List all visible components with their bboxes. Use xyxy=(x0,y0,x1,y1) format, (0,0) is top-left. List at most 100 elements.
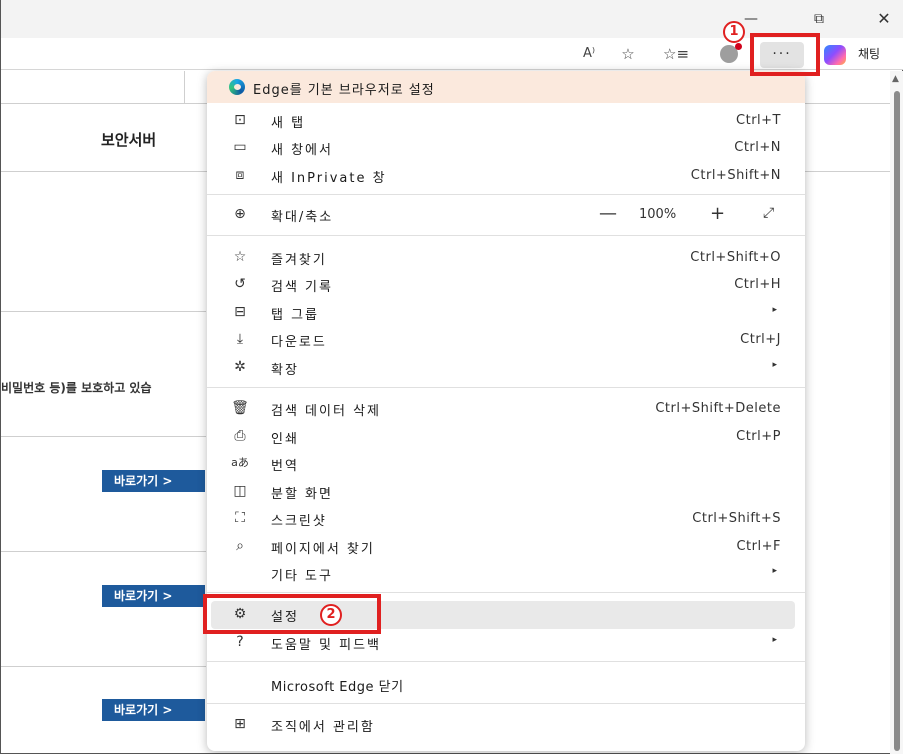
go-button[interactable]: 바로가기 > xyxy=(102,470,205,492)
divider xyxy=(1,436,206,437)
notification-dot xyxy=(735,43,742,50)
menu-item-shortcut: Ctrl+J xyxy=(740,332,781,347)
menu-item-label: 기타 도구 xyxy=(271,569,333,584)
edge-logo-icon xyxy=(229,79,245,95)
submenu-arrow-icon: ▸ xyxy=(772,566,777,576)
menu-item-favorites[interactable]: ☆ 즐겨찾기 Ctrl+Shift+O xyxy=(207,244,805,272)
menu-item-print[interactable]: ⎙ 인쇄 Ctrl+P xyxy=(207,423,805,451)
inprivate-icon: ⧈ xyxy=(235,167,245,183)
go-button[interactable]: 바로가기 > xyxy=(102,585,205,607)
menu-separator xyxy=(207,194,805,195)
menu-item-new-window[interactable]: ▭ 새 창에서 Ctrl+N xyxy=(207,134,805,162)
menu-separator xyxy=(207,592,805,593)
menu-item-shortcut: Ctrl+N xyxy=(734,140,781,155)
menu-item-new-tab[interactable]: ⊡ 새 탭 Ctrl+T xyxy=(207,107,805,135)
menu-item-label: 새 InPrivate 창 xyxy=(271,171,387,186)
restore-button[interactable]: ⧉ xyxy=(804,8,834,30)
menu-item-shortcut: Ctrl+Shift+S xyxy=(692,511,781,526)
menu-item-label: Microsoft Edge 닫기 xyxy=(271,680,404,695)
settings-and-more-menu: Edge를 기본 브라우저로 설정 ⊡ 새 탭 Ctrl+T ▭ 새 창에서 C… xyxy=(207,71,805,751)
divider xyxy=(1,311,206,312)
new-tab-icon: ⊡ xyxy=(234,112,246,128)
submenu-arrow-icon: ▸ xyxy=(772,305,777,315)
divider xyxy=(1,551,206,552)
menu-separator xyxy=(207,703,805,704)
menu-item-downloads[interactable]: ⤓ 다운로드 Ctrl+J xyxy=(207,326,805,354)
menu-item-label: 확대/축소 xyxy=(271,210,334,225)
menu-item-label: 스크린샷 xyxy=(271,514,327,529)
menu-separator xyxy=(207,661,805,662)
menu-item-history[interactable]: ↺ 검색 기록 Ctrl+H xyxy=(207,271,805,299)
menu-item-extensions[interactable]: ✲ 확장 ▸ xyxy=(207,354,805,382)
menu-item-managed-by-org[interactable]: ⊞ 조직에서 관리함 xyxy=(207,711,805,739)
extensions-icon: ✲ xyxy=(234,359,246,375)
add-favorite-icon[interactable]: ☆ xyxy=(615,43,641,65)
zoom-out-button[interactable]: — xyxy=(599,203,617,224)
menu-item-shortcut: Ctrl+Shift+N xyxy=(690,168,781,183)
set-default-browser-banner[interactable]: Edge를 기본 브라우저로 설정 xyxy=(207,71,805,103)
help-icon: ? xyxy=(236,634,244,650)
menu-item-translate[interactable]: aあ 번역 xyxy=(207,450,805,478)
menu-item-inprivate[interactable]: ⧈ 새 InPrivate 창 Ctrl+Shift+N xyxy=(207,162,805,190)
menu-separator xyxy=(207,235,805,236)
close-window-button[interactable]: ✕ xyxy=(869,8,899,30)
favorites-icon: ☆ xyxy=(233,249,247,265)
scrollbar-thumb[interactable] xyxy=(894,91,900,751)
submenu-arrow-icon: ▸ xyxy=(772,635,777,645)
menu-item-label: 조직에서 관리함 xyxy=(271,720,375,735)
highlight-box-more-button xyxy=(750,33,820,76)
zoom-icon: ⊕ xyxy=(234,206,246,222)
download-icon: ⤓ xyxy=(236,331,244,347)
menu-item-shortcut: Ctrl+F xyxy=(736,539,781,554)
menu-item-screenshot[interactable]: ⛶ 스크린샷 Ctrl+Shift+S xyxy=(207,505,805,533)
menu-item-label: 검색 데이터 삭제 xyxy=(271,404,381,419)
page-text: 비밀번호 등)를 보호하고 있습 xyxy=(1,381,152,395)
read-aloud-icon[interactable]: A⁾ xyxy=(576,43,602,65)
menu-item-split-screen[interactable]: ◫ 분할 화면 xyxy=(207,478,805,506)
zoom-in-button[interactable]: + xyxy=(710,203,725,224)
go-button[interactable]: 바로가기 > xyxy=(102,699,205,721)
menu-item-label: 다운로드 xyxy=(271,335,327,350)
chat-label[interactable]: 채팅 xyxy=(858,45,880,62)
browser-window: — ⧉ ✕ A⁾ ☆ ☆≡ ··· 채팅 보안서버 비밀번호 등)를 보호하고 … xyxy=(0,0,903,754)
page-title: 보안서버 xyxy=(101,131,157,149)
menu-item-label: 분할 화면 xyxy=(271,487,333,502)
menu-item-zoom: ⊕ 확대/축소 — 100% + ⤢ xyxy=(207,201,805,229)
new-window-icon: ▭ xyxy=(233,139,247,155)
menu-item-shortcut: Ctrl+P xyxy=(736,429,781,444)
menu-item-find-on-page[interactable]: ⌕ 페이지에서 찾기 Ctrl+F xyxy=(207,533,805,561)
menu-item-label: 검색 기록 xyxy=(271,280,333,295)
divider xyxy=(184,71,185,103)
find-icon: ⌕ xyxy=(236,538,244,554)
copilot-icon[interactable] xyxy=(824,45,846,65)
step-2-marker: 2 xyxy=(320,604,342,626)
menu-item-label: 탭 그룹 xyxy=(271,308,320,323)
menu-item-label: 번역 xyxy=(271,459,299,474)
favorites-icon[interactable]: ☆≡ xyxy=(663,43,689,65)
profile-button[interactable] xyxy=(717,43,742,65)
banner-label: Edge를 기본 브라우저로 설정 xyxy=(253,83,435,98)
menu-item-shortcut: Ctrl+Shift+Delete xyxy=(655,401,781,416)
avatar xyxy=(720,43,742,63)
delete-data-icon: 🗑 xyxy=(231,400,249,416)
menu-item-shortcut: Ctrl+H xyxy=(734,277,781,292)
submenu-arrow-icon: ▸ xyxy=(772,360,777,370)
split-screen-icon: ◫ xyxy=(233,483,247,499)
zoom-level: 100% xyxy=(639,207,677,222)
print-icon: ⎙ xyxy=(234,428,246,444)
menu-item-label: 새 탭 xyxy=(271,116,306,131)
fullscreen-icon[interactable]: ⤢ xyxy=(763,205,774,221)
menu-item-clear-browsing-data[interactable]: 🗑 검색 데이터 삭제 Ctrl+Shift+Delete xyxy=(207,395,805,423)
menu-item-label: 확장 xyxy=(271,363,299,378)
menu-item-close-edge[interactable]: Microsoft Edge 닫기 xyxy=(207,671,805,699)
menu-item-label: 도움말 및 피드백 xyxy=(271,638,381,653)
scroll-up-icon[interactable]: ▲ xyxy=(892,74,899,84)
menu-item-label: 페이지에서 찾기 xyxy=(271,542,375,557)
menu-item-more-tools[interactable]: 기타 도구 ▸ xyxy=(207,560,805,588)
divider xyxy=(1,666,206,667)
menu-item-shortcut: Ctrl+Shift+O xyxy=(690,250,781,265)
menu-item-shortcut: Ctrl+T xyxy=(736,113,781,128)
menu-item-tab-groups[interactable]: ⊟ 탭 그룹 ▸ xyxy=(207,299,805,327)
menu-item-label: 즐겨찾기 xyxy=(271,253,327,268)
tab-groups-icon: ⊟ xyxy=(234,304,246,320)
